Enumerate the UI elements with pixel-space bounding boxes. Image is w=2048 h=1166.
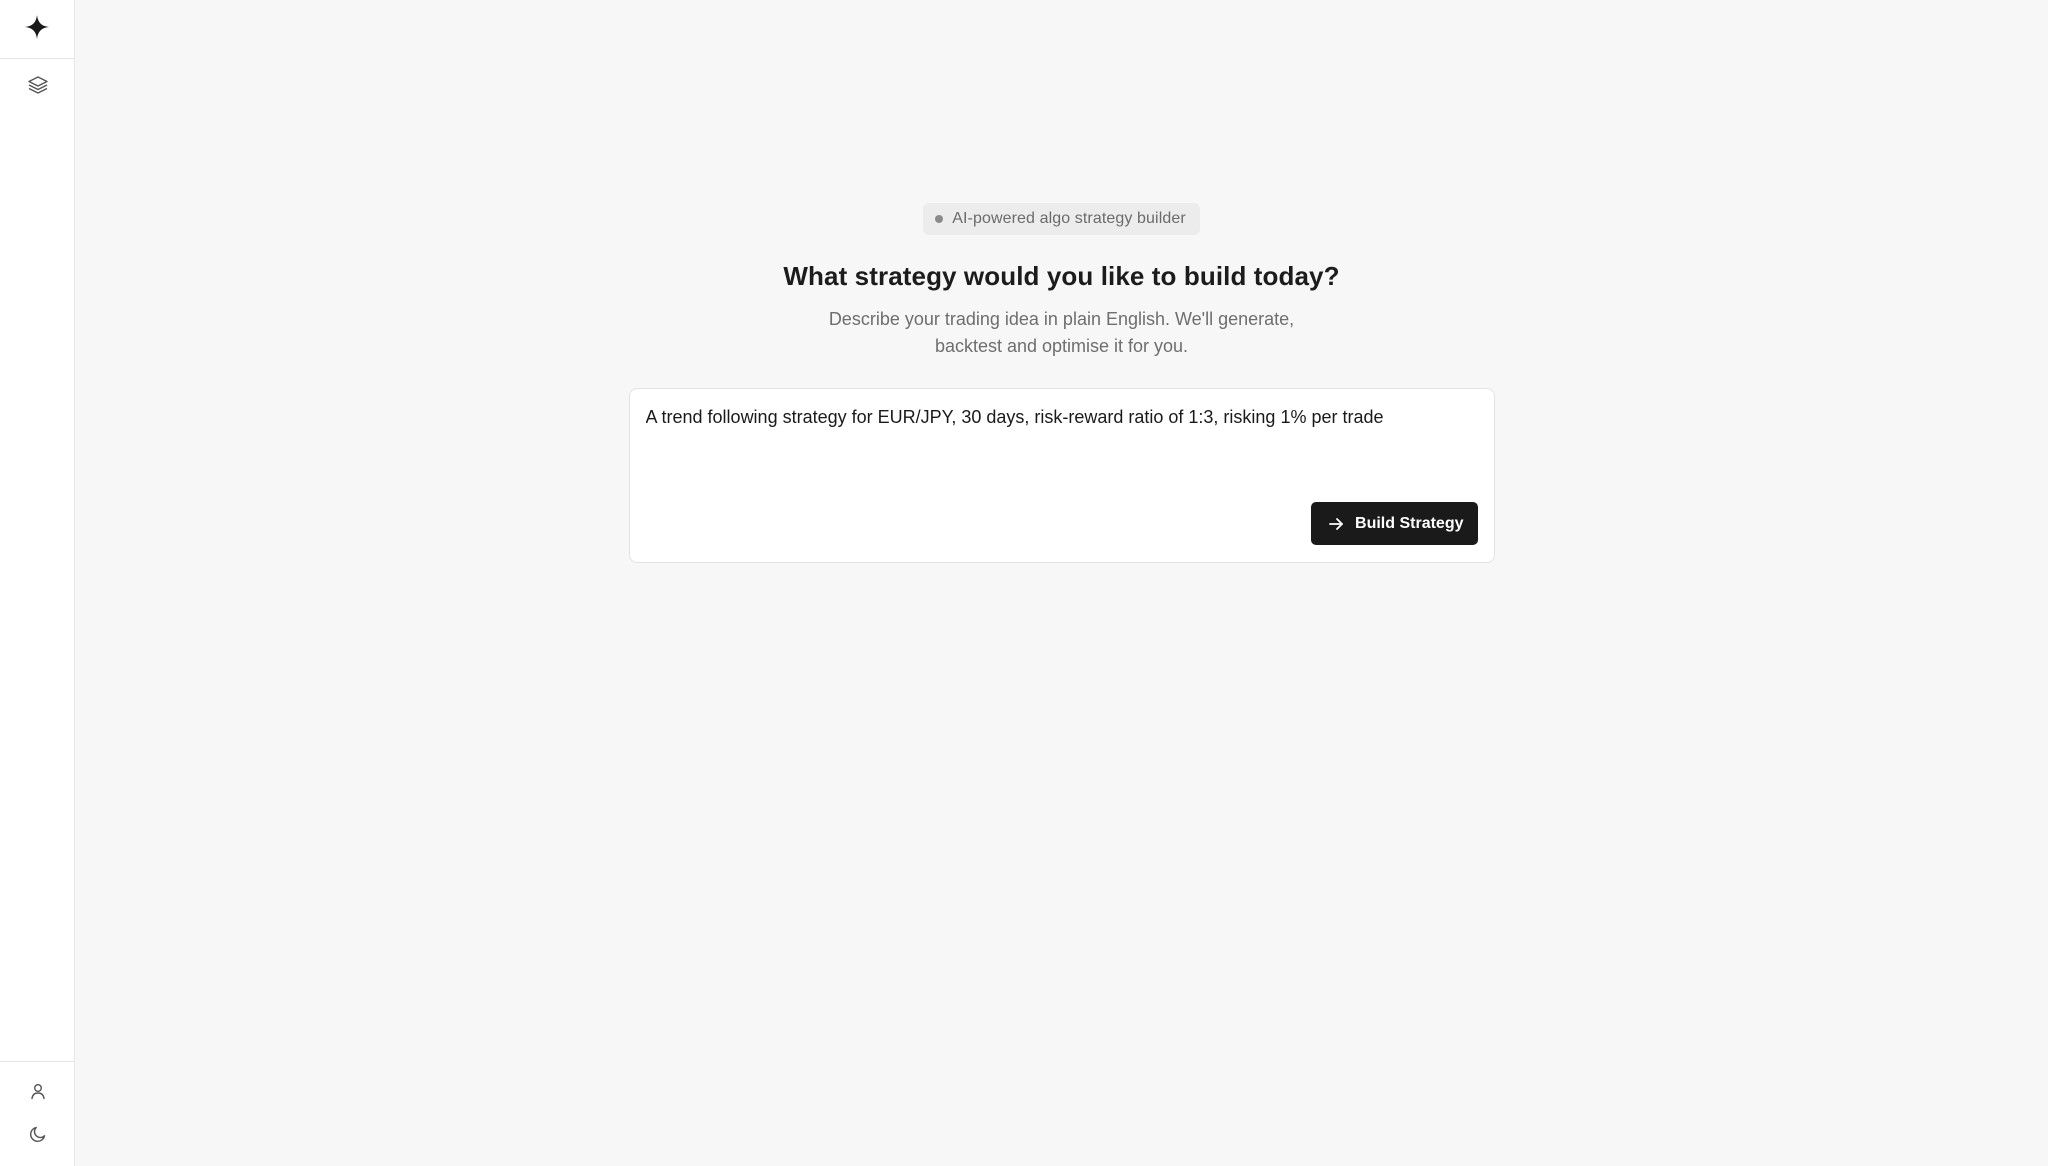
arrow-right-icon xyxy=(1327,515,1345,533)
app-root: AI-powered algo strategy builder What st… xyxy=(0,0,2048,1166)
hero: AI-powered algo strategy builder What st… xyxy=(75,203,2048,563)
page-subtitle: Describe your trading idea in plain Engl… xyxy=(828,309,1295,356)
theme-toggle-button[interactable] xyxy=(0,1115,75,1158)
prompt-card: A trend following strategy for EUR/JPY, … xyxy=(628,388,1495,563)
account-button[interactable] xyxy=(0,1072,75,1115)
strategy-prompt-input[interactable]: A trend following strategy for EUR/JPY, … xyxy=(645,405,1476,495)
sparkle-icon xyxy=(24,14,50,45)
build-strategy-label: Build Strategy xyxy=(1355,514,1464,532)
status-badge: AI-powered algo strategy builder xyxy=(923,203,1200,235)
sidebar xyxy=(0,0,75,1166)
build-strategy-button[interactable]: Build Strategy xyxy=(1311,502,1478,545)
sidebar-item-strategies[interactable] xyxy=(0,59,75,115)
moon-icon xyxy=(29,1125,47,1148)
status-dot xyxy=(935,215,944,223)
badge-label: AI-powered algo strategy builder xyxy=(952,210,1186,227)
sidebar-bottom xyxy=(0,1061,75,1166)
layers-icon xyxy=(27,74,49,101)
page-title: What strategy would you like to build to… xyxy=(783,261,1340,291)
main-content: AI-powered algo strategy builder What st… xyxy=(75,0,2048,1166)
user-icon xyxy=(29,1082,47,1105)
logo[interactable] xyxy=(0,0,74,59)
